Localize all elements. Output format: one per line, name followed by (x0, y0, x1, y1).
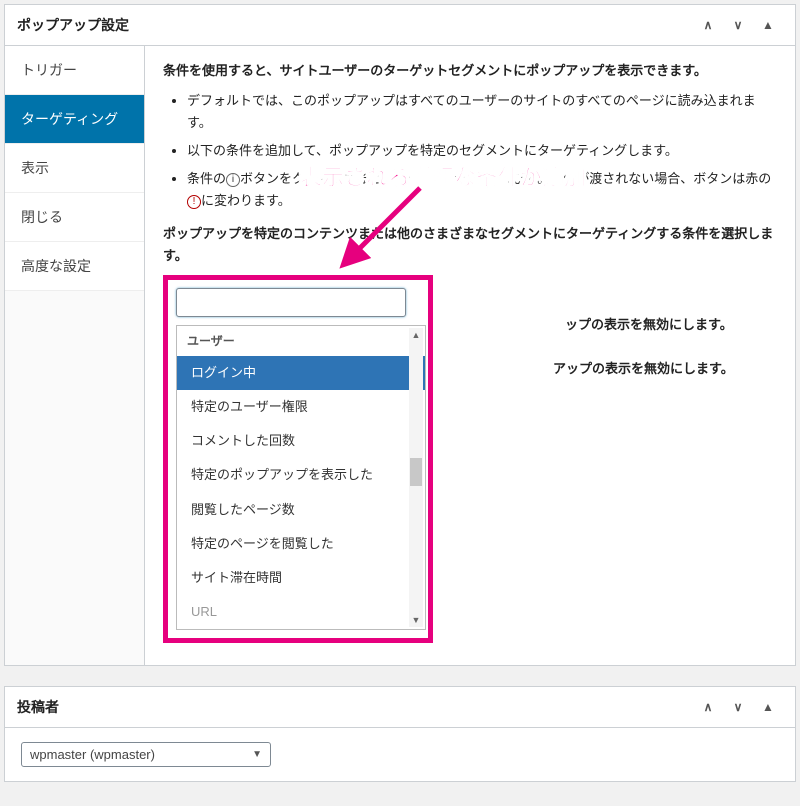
tab-advanced[interactable]: 高度な設定 (5, 242, 144, 291)
author-selected-value: wpmaster (wpmaster) (30, 747, 155, 762)
targeting-content: 条件を使用すると、サイトユーザーのターゲットセグメントにポップアップを表示できま… (145, 46, 795, 665)
dropdown-item-logged-in[interactable]: ログイン中 (177, 356, 425, 390)
author-panel-title: 投稿者 (17, 697, 693, 717)
chevron-up-icon[interactable]: ∧ (693, 700, 723, 714)
dropdown-item-popup-viewed[interactable]: 特定のポップアップを表示した (177, 458, 425, 492)
triangle-up-icon[interactable]: ▲ (753, 700, 783, 714)
condition-search-input[interactable] (176, 288, 406, 317)
chevron-up-icon[interactable]: ∧ (693, 18, 723, 32)
chevron-down-icon[interactable]: ∨ (723, 18, 753, 32)
disable-display-text-2: アップの表示を無効にします。 (553, 358, 734, 380)
scroll-thumb[interactable] (410, 458, 422, 486)
condition-dropdown: ユーザー ログイン中 特定のユーザー権限 コメントした回数 特定のポップアップを… (176, 325, 426, 630)
dropdown-item-time-on-site[interactable]: サイト滞在時間 (177, 561, 425, 595)
dropdown-group-label: ユーザー (177, 326, 425, 356)
popup-settings-header: ポップアップ設定 ∧ ∨ ▲ (5, 5, 795, 46)
popup-settings-body: トリガー ターゲティング 表示 閉じる 高度な設定 条件を使用すると、サイトユー… (5, 46, 795, 665)
caret-down-icon: ▼ (252, 749, 262, 760)
scroll-up-icon[interactable]: ▲ (409, 328, 423, 342)
dropdown-item-url-cut[interactable]: URL (177, 595, 425, 629)
targeting-pick: ポップアップを特定のコンテンツまたは他のさまざまなセグメントにターゲティングする… (163, 223, 777, 267)
settings-tabs: トリガー ターゲティング 表示 閉じる 高度な設定 (5, 46, 145, 665)
dropdown-item-specific-page-viewed[interactable]: 特定のページを閲覧した (177, 527, 425, 561)
tab-close[interactable]: 閉じる (5, 193, 144, 242)
bullet-item: 条件のiボタンをクリックすると、条件がチェックされます。条件が渡されない場合、ボ… (187, 168, 777, 212)
bullet-item: デフォルトでは、このポップアップはすべてのユーザーのサイトのすべてのページに読み… (187, 90, 777, 134)
warning-icon: ! (187, 195, 201, 209)
panel-title: ポップアップ設定 (17, 15, 693, 35)
dropdown-item-comment-count[interactable]: コメントした回数 (177, 424, 425, 458)
disable-display-text-1: ップの表示を無効にします。 (565, 314, 733, 336)
triangle-up-icon[interactable]: ▲ (753, 18, 783, 32)
dropdown-item-user-role[interactable]: 特定のユーザー権限 (177, 390, 425, 424)
author-panel: 投稿者 ∧ ∨ ▲ wpmaster (wpmaster) ▼ (4, 686, 796, 782)
popup-settings-panel: ポップアップ設定 ∧ ∨ ▲ トリガー ターゲティング 表示 閉じる 高度な設定… (4, 4, 796, 666)
targeting-bullets: デフォルトでは、このポップアップはすべてのユーザーのサイトのすべてのページに読み… (163, 90, 777, 212)
condition-selector-highlight: ユーザー ログイン中 特定のユーザー権限 コメントした回数 特定のポップアップを… (163, 275, 433, 643)
tab-targeting[interactable]: ターゲティング (5, 95, 144, 144)
scroll-down-icon[interactable]: ▼ (409, 613, 423, 627)
chevron-down-icon[interactable]: ∨ (723, 700, 753, 714)
author-panel-header: 投稿者 ∧ ∨ ▲ (5, 687, 795, 728)
author-select[interactable]: wpmaster (wpmaster) ▼ (21, 742, 271, 767)
targeting-lead: 条件を使用すると、サイトユーザーのターゲットセグメントにポップアップを表示できま… (163, 60, 777, 82)
bullet-item: 以下の条件を追加して、ポップアップを特定のセグメントにターゲティングします。 (187, 140, 777, 162)
dropdown-scrollbar[interactable]: ▲ ▼ (409, 328, 423, 627)
dropdown-item-pages-viewed-count[interactable]: 閲覧したページ数 (177, 493, 425, 527)
author-panel-body: wpmaster (wpmaster) ▼ (5, 728, 795, 781)
info-icon: i (226, 173, 240, 187)
tab-display[interactable]: 表示 (5, 144, 144, 193)
tab-trigger[interactable]: トリガー (5, 46, 144, 95)
